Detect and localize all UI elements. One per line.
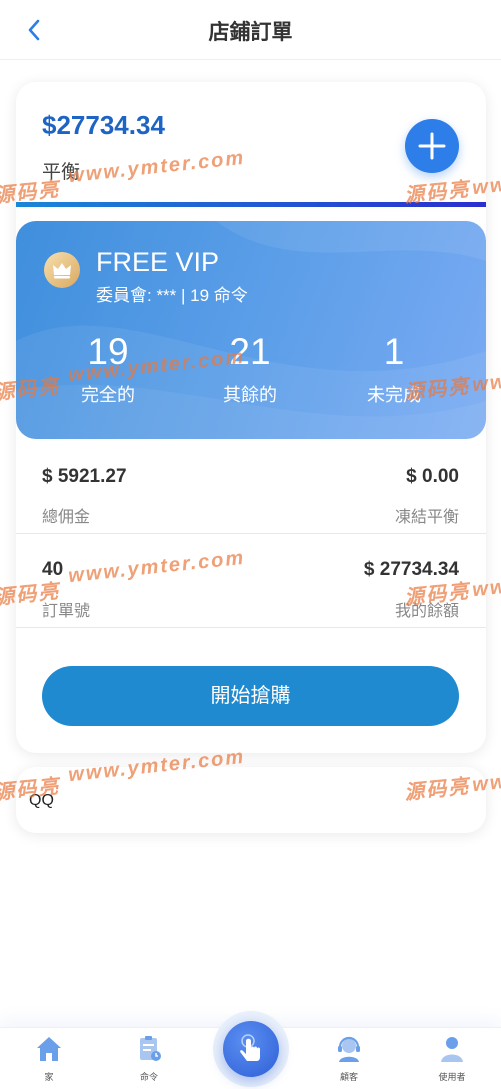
vip-badge xyxy=(44,252,80,288)
order-count-value: 40 xyxy=(42,559,64,580)
order-icon xyxy=(140,1036,161,1061)
stat-value: 21 xyxy=(229,331,271,372)
header-bar: 店鋪訂單 xyxy=(0,0,501,60)
home-icon xyxy=(37,1037,61,1061)
stat-value: 19 xyxy=(87,331,129,372)
tab-home[interactable]: 家 xyxy=(14,1034,84,1083)
stat-incomplete: 1 未完成 xyxy=(329,331,459,407)
page-title: 店鋪訂單 xyxy=(208,21,293,44)
tab-grab-center-button[interactable] xyxy=(223,1021,279,1077)
stat-label: 未完成 xyxy=(367,385,421,405)
my-balance-value: $ 27734.34 xyxy=(363,559,459,580)
qq-card[interactable]: QQ xyxy=(16,767,486,833)
frozen-balance-value: $ 0.00 xyxy=(406,466,459,487)
tab-label: 命令 xyxy=(139,1072,158,1082)
total-commission-label: 總佣金 xyxy=(42,509,91,526)
order-summary-card: $27734.34 平衡 FREE VIP 委員會: *** | 19 命令 1… xyxy=(16,82,486,753)
add-funds-button[interactable] xyxy=(405,119,459,173)
tab-user[interactable]: 使用者 xyxy=(417,1034,487,1083)
balance-divider xyxy=(16,202,486,207)
stat-label: 其餘的 xyxy=(223,385,277,405)
tab-label: 顧客 xyxy=(339,1072,358,1082)
my-balance-label: 我的餘額 xyxy=(394,603,459,620)
user-icon xyxy=(441,1037,463,1062)
balance-amount: $27734.34 xyxy=(42,110,165,140)
vip-panel: FREE VIP 委員會: *** | 19 命令 19 完全的 21 其餘的 … xyxy=(16,221,486,439)
stat-label: 完全的 xyxy=(81,385,135,405)
stat-value: 1 xyxy=(383,331,405,372)
vip-title: FREE VIP xyxy=(96,247,220,277)
stat-completed: 19 完全的 xyxy=(43,331,173,407)
order-count-label: 訂單號 xyxy=(42,603,91,620)
customer-service-icon xyxy=(338,1036,360,1062)
crown-icon xyxy=(53,263,71,279)
tab-label: 使用者 xyxy=(438,1072,466,1082)
qq-label: QQ xyxy=(29,792,54,809)
vip-subtitle: 委員會: *** | 19 命令 xyxy=(96,286,248,305)
start-grab-button[interactable]: 開始搶購 xyxy=(42,666,459,726)
total-commission-value: $ 5921.27 xyxy=(42,466,127,487)
tap-hand-icon xyxy=(240,1034,260,1061)
row-divider xyxy=(16,627,486,628)
tab-label: 家 xyxy=(44,1072,54,1082)
row-divider xyxy=(16,533,486,534)
tab-orders[interactable]: 命令 xyxy=(114,1034,184,1083)
stat-remaining: 21 其餘的 xyxy=(185,331,315,407)
plus-icon xyxy=(418,132,446,160)
balance-label: 平衡 xyxy=(42,162,81,183)
tab-customer[interactable]: 顧客 xyxy=(314,1034,384,1083)
frozen-balance-label: 凍結平衡 xyxy=(394,509,459,526)
